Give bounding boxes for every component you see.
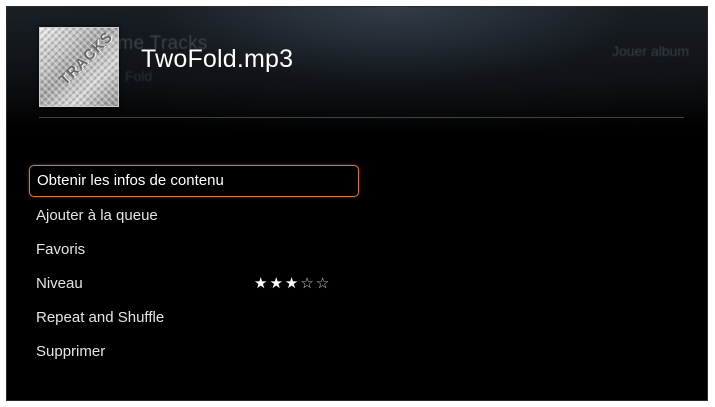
star-icon[interactable]: ★ bbox=[269, 275, 284, 292]
menu-item-repeat-shuffle[interactable]: Repeat and Shuffle bbox=[29, 301, 359, 335]
album-art-lettering: TRACKS bbox=[56, 28, 117, 89]
star-icon[interactable]: ★ bbox=[254, 275, 269, 292]
play-album-button[interactable]: Jouer album bbox=[612, 43, 689, 59]
page-title: TwoFold.mp3 bbox=[141, 45, 294, 73]
menu-item-label: Obtenir les infos de contenu bbox=[37, 172, 224, 189]
menu-item-rating[interactable]: Niveau ★★★☆☆ bbox=[29, 267, 359, 301]
star-icon[interactable]: ★ bbox=[285, 275, 300, 292]
menu-item-add-to-queue[interactable]: Ajouter à la queue bbox=[29, 199, 359, 233]
header-divider bbox=[39, 117, 684, 118]
star-icon[interactable]: ☆ bbox=[300, 275, 315, 292]
menu-item-label: Supprimer bbox=[36, 343, 106, 360]
menu-item-favorites[interactable]: Favoris bbox=[29, 233, 359, 267]
menu-item-label: Favoris bbox=[36, 241, 86, 258]
menu-item-label: Niveau bbox=[36, 275, 83, 292]
star-icon[interactable]: ☆ bbox=[316, 275, 331, 292]
options-menu: Obtenir les infos de contenu Ajouter à l… bbox=[29, 165, 359, 369]
screen: Chrome Tracks Fold Jouer album TRACKS Tw… bbox=[6, 6, 708, 401]
star-rating[interactable]: ★★★☆☆ bbox=[254, 267, 331, 301]
menu-item-label: Ajouter à la queue bbox=[36, 207, 158, 224]
menu-item-label: Repeat and Shuffle bbox=[36, 309, 165, 326]
album-art-thumbnail: TRACKS bbox=[39, 27, 119, 107]
menu-item-delete[interactable]: Supprimer bbox=[29, 335, 359, 369]
menu-item-get-content-info[interactable]: Obtenir les infos de contenu bbox=[29, 165, 359, 197]
